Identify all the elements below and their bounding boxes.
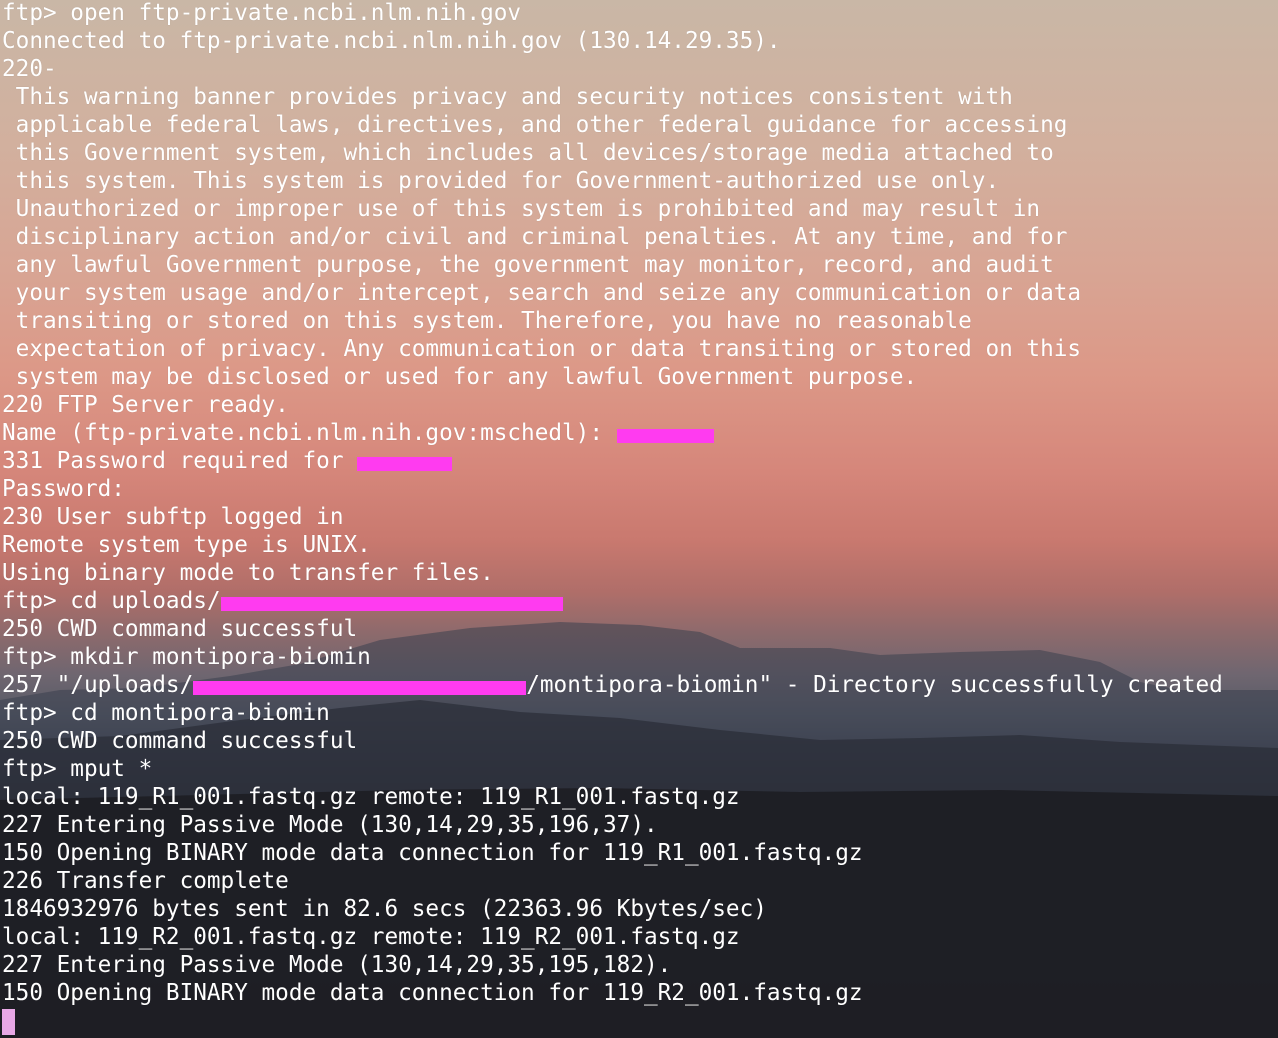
redacted-username xyxy=(357,456,453,471)
terminal-line: 220 FTP Server ready. xyxy=(2,392,289,418)
terminal-line: local: 119_R2_001.fastq.gz remote: 119_R… xyxy=(2,924,740,950)
created-prefix-text: 257 "/uploads/ xyxy=(2,672,194,698)
terminal-line: 227 Entering Passive Mode (130,14,29,35,… xyxy=(2,952,672,978)
terminal-line-directory-created: 257 "/uploads/ /montipora-biomin" - Direc… xyxy=(2,671,1276,699)
terminal-line: 150 Opening BINARY mode data connection … xyxy=(2,980,863,1006)
terminal-line: Connected to ftp-private.ncbi.nlm.nih.go… xyxy=(2,28,781,54)
terminal-line: system may be disclosed or used for any … xyxy=(2,364,918,390)
redacted-directory xyxy=(193,680,527,695)
terminal-line: 250 CWD command successful xyxy=(2,616,358,642)
terminal-line: applicable federal laws, directives, and… xyxy=(2,112,1068,138)
terminal-line: 1846932976 bytes sent in 82.6 secs (2236… xyxy=(2,896,767,922)
terminal-line: 250 CWD command successful xyxy=(2,728,358,754)
terminal-line: any lawful Government purpose, the gover… xyxy=(2,252,1054,278)
terminal-line: 150 Opening BINARY mode data connection … xyxy=(2,840,863,866)
terminal-cursor[interactable] xyxy=(2,1009,15,1035)
created-suffix-text: /montipora-biomin" - Directory successfu… xyxy=(526,672,1223,698)
terminal-input-line[interactable] xyxy=(2,1007,1276,1035)
terminal-line: Unauthorized or improper use of this sys… xyxy=(2,196,1041,222)
password-required-text: 331 Password required for xyxy=(2,448,358,474)
terminal-line: This warning banner provides privacy and… xyxy=(2,84,1013,110)
terminal-window[interactable]: ftp> open ftp-private.ncbi.nlm.nih.gov C… xyxy=(2,0,1276,1035)
terminal-line: disciplinary action and/or civil and cri… xyxy=(2,224,1068,250)
terminal-line: ftp> cd montipora-biomin xyxy=(2,700,330,726)
name-prompt-text: Name (ftp-private.ncbi.nlm.nih.gov:msche… xyxy=(2,420,617,446)
redacted-directory xyxy=(220,596,563,611)
terminal-line-password-required: 331 Password required for xyxy=(2,447,1276,475)
cd-uploads-text: ftp> cd uploads/ xyxy=(2,588,221,614)
terminal-line: this system. This system is provided for… xyxy=(2,168,1000,194)
redacted-username xyxy=(616,428,714,443)
terminal-line: 227 Entering Passive Mode (130,14,29,35,… xyxy=(2,812,658,838)
terminal-line: Remote system type is UNIX. xyxy=(2,532,371,558)
terminal-line: 226 Transfer complete xyxy=(2,868,289,894)
terminal-line: expectation of privacy. Any communicatio… xyxy=(2,336,1082,362)
terminal-line: ftp> mkdir montipora-biomin xyxy=(2,644,371,670)
terminal-line: transiting or stored on this system. The… xyxy=(2,308,972,334)
terminal-line-name-prompt: Name (ftp-private.ncbi.nlm.nih.gov:msche… xyxy=(2,419,1276,447)
terminal-line: ftp> open ftp-private.ncbi.nlm.nih.gov xyxy=(2,0,522,26)
terminal-line: Using binary mode to transfer files. xyxy=(2,560,494,586)
terminal-line: local: 119_R1_001.fastq.gz remote: 119_R… xyxy=(2,784,740,810)
terminal-line: ftp> mput * xyxy=(2,756,153,782)
terminal-line: your system usage and/or intercept, sear… xyxy=(2,280,1082,306)
terminal-line: this Government system, which includes a… xyxy=(2,140,1054,166)
terminal-line: 230 User subftp logged in xyxy=(2,504,344,530)
terminal-line: Password: xyxy=(2,476,125,502)
terminal-line: 220- xyxy=(2,56,57,82)
terminal-line-cd-uploads: ftp> cd uploads/ xyxy=(2,587,1276,615)
